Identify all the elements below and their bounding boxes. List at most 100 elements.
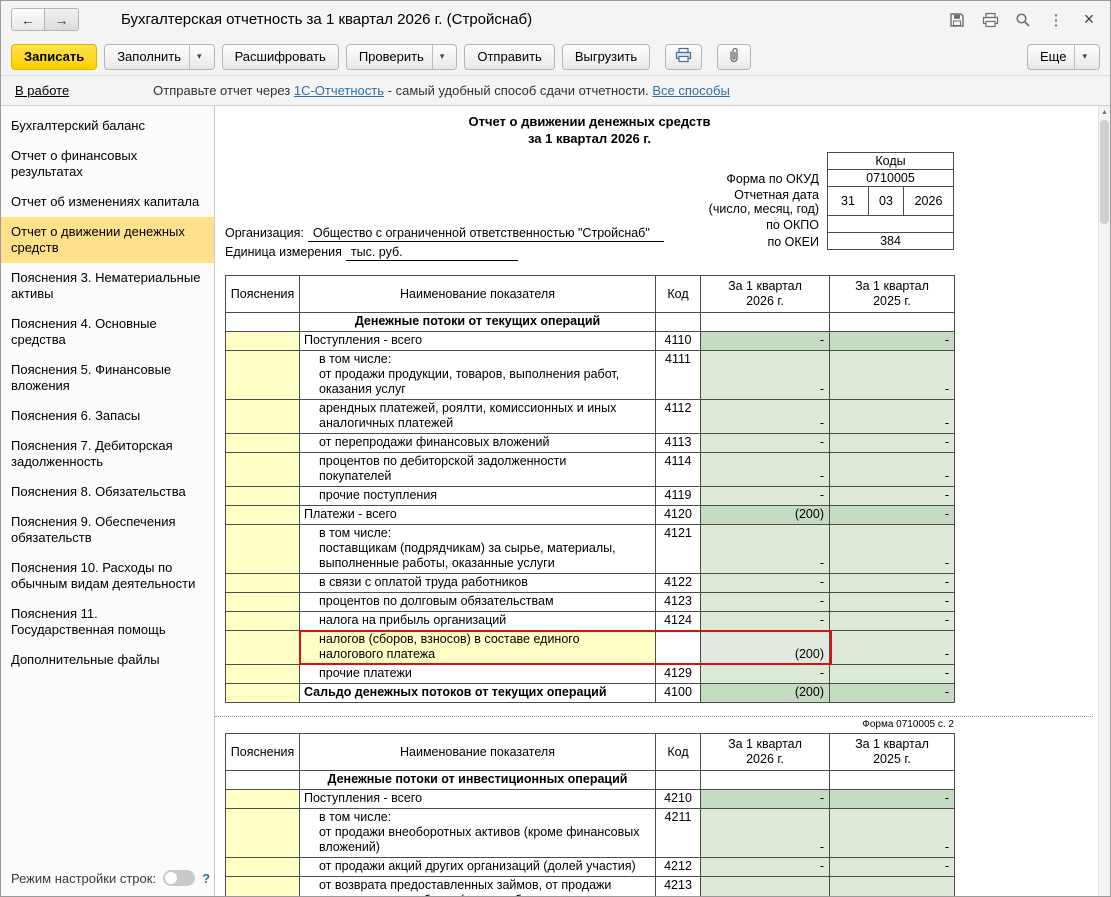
check-button[interactable]: Проверить▾ [346, 44, 458, 70]
value-2026-cell[interactable]: - [701, 877, 830, 897]
explanation-cell[interactable] [226, 525, 300, 574]
value-2026-cell[interactable]: (200) [701, 684, 830, 703]
value-2025-cell[interactable]: - [830, 684, 955, 703]
print-button[interactable] [665, 44, 702, 70]
toggle-knob [165, 872, 177, 884]
value-2026-cell[interactable]: - [701, 612, 830, 631]
more-icon[interactable]: ⋮ [1047, 11, 1065, 29]
scroll-up-icon[interactable]: ▲ [1099, 106, 1110, 119]
explanation-cell[interactable] [226, 631, 300, 665]
value-2025-cell[interactable]: - [830, 525, 955, 574]
sidebar-item[interactable]: Пояснения 6. Запасы [1, 401, 214, 431]
value-2026-cell[interactable]: - [701, 453, 830, 487]
value-2026-cell[interactable]: - [701, 400, 830, 434]
sidebar-item[interactable]: Пояснения 7. Дебиторская задолженность [1, 431, 214, 477]
explanation-cell[interactable] [226, 506, 300, 525]
chevron-down-icon[interactable]: ▾ [189, 45, 202, 69]
scrollbar-thumb[interactable] [1100, 120, 1109, 224]
explanation-cell[interactable] [226, 612, 300, 631]
explanation-cell[interactable] [226, 400, 300, 434]
sidebar-item[interactable]: Пояснения 4. Основные средства [1, 309, 214, 355]
sidebar-item[interactable]: Отчет о финансовых результатах [1, 141, 214, 187]
value-2025-cell[interactable]: - [830, 487, 955, 506]
close-icon[interactable]: × [1080, 11, 1098, 29]
value-2026-cell[interactable]: - [701, 809, 830, 858]
sidebar-item[interactable]: Пояснения 8. Обязательства [1, 477, 214, 507]
explanation-cell[interactable] [226, 487, 300, 506]
value-2026-cell[interactable]: - [701, 351, 830, 400]
value-2025-cell[interactable]: - [830, 593, 955, 612]
back-button[interactable]: ← [11, 8, 45, 31]
value-2026-cell[interactable]: - [701, 434, 830, 453]
save-icon[interactable] [948, 11, 966, 29]
explanation-cell[interactable] [226, 684, 300, 703]
sidebar-item[interactable]: Дополнительные файлы [1, 645, 214, 675]
value-2026-cell[interactable]: (200) [701, 631, 830, 665]
attach-button[interactable] [717, 44, 751, 70]
explanation-cell[interactable] [226, 809, 300, 858]
all-methods-link[interactable]: Все способы [652, 83, 729, 98]
value-2025-cell[interactable]: - [830, 877, 955, 897]
help-icon[interactable]: ? [202, 871, 210, 886]
value-2025-cell[interactable]: - [830, 453, 955, 487]
value-2025-cell[interactable]: - [830, 400, 955, 434]
explanation-cell[interactable] [226, 574, 300, 593]
explanation-cell[interactable] [226, 434, 300, 453]
sidebar-item[interactable]: Пояснения 3. Нематериальные активы [1, 263, 214, 309]
status-badge[interactable]: В работе [15, 83, 69, 98]
sidebar-item[interactable]: Пояснения 5. Финансовые вложения [1, 355, 214, 401]
value-2026-cell[interactable]: - [701, 574, 830, 593]
vertical-scrollbar[interactable]: ▲ [1098, 106, 1110, 896]
value-2026-cell[interactable]: - [701, 593, 830, 612]
explanation-cell[interactable] [226, 453, 300, 487]
save-button[interactable]: Записать [11, 44, 97, 70]
chevron-down-icon[interactable]: ▾ [432, 45, 445, 69]
codes-header-cell: Коды [827, 152, 954, 170]
value-2026-cell[interactable]: - [701, 487, 830, 506]
explanation-cell[interactable] [226, 665, 300, 684]
value-2026-cell[interactable]: - [701, 665, 830, 684]
value-2026-cell[interactable]: (200) [701, 506, 830, 525]
value-2025-cell[interactable]: - [830, 612, 955, 631]
forward-button[interactable]: → [45, 8, 79, 31]
value-2026-cell[interactable]: - [701, 790, 830, 809]
value-2025-cell[interactable]: - [830, 790, 955, 809]
value-2026-cell[interactable]: - [701, 525, 830, 574]
fill-button[interactable]: Заполнить▾ [104, 44, 214, 70]
value-2025-cell[interactable]: - [830, 506, 955, 525]
value-2025-cell[interactable]: - [830, 665, 955, 684]
table-row: Денежные потоки от инвестиционных операц… [226, 771, 955, 790]
row-settings-toggle[interactable] [163, 870, 195, 886]
value-2026-cell[interactable]: - [701, 332, 830, 351]
value-2025-cell[interactable]: - [830, 809, 955, 858]
value-2025-cell[interactable]: - [830, 332, 955, 351]
chevron-down-icon[interactable]: ▾ [1074, 45, 1087, 69]
print-icon[interactable] [981, 11, 999, 29]
explanation-cell[interactable] [226, 858, 300, 877]
code-cell: 4114 [656, 453, 701, 487]
export-button[interactable]: Выгрузить [562, 44, 650, 70]
sidebar-item[interactable]: Бухгалтерский баланс [1, 111, 214, 141]
sidebar-item[interactable]: Отчет об изменениях капитала [1, 187, 214, 217]
sidebar-item[interactable]: Отчет о движении денежных средств [1, 217, 214, 263]
explanation-cell[interactable] [226, 790, 300, 809]
sidebar-item[interactable]: Пояснения 11. Государственная помощь [1, 599, 214, 645]
value-2025-cell[interactable]: - [830, 858, 955, 877]
value-2025-cell[interactable]: - [830, 631, 955, 665]
sidebar-item[interactable]: Пояснения 10. Расходы по обычным видам д… [1, 553, 214, 599]
value-2025-cell[interactable]: - [830, 434, 955, 453]
explanation-cell[interactable] [226, 593, 300, 612]
explanation-cell[interactable] [226, 332, 300, 351]
explanation-cell[interactable] [226, 351, 300, 400]
decrypt-button[interactable]: Расшифровать [222, 44, 339, 70]
value-2025-cell[interactable]: - [830, 351, 955, 400]
report-sections-sidebar: Бухгалтерский балансОтчет о финансовых р… [1, 106, 215, 896]
send-button[interactable]: Отправить [464, 44, 554, 70]
search-icon[interactable] [1014, 11, 1032, 29]
value-2025-cell[interactable]: - [830, 574, 955, 593]
explanation-cell[interactable] [226, 877, 300, 897]
more-actions-button[interactable]: Еще▾ [1027, 44, 1100, 70]
reporting-service-link[interactable]: 1С-Отчетность [294, 83, 384, 98]
value-2026-cell[interactable]: - [701, 858, 830, 877]
sidebar-item[interactable]: Пояснения 9. Обеспечения обязательств [1, 507, 214, 553]
